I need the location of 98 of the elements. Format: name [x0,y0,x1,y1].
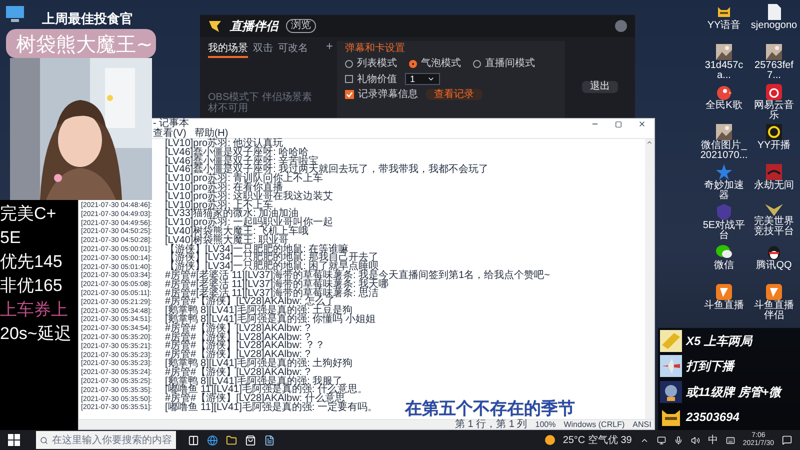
desktop-shortcut[interactable]: YY语音 [700,4,748,31]
image-icon [716,124,732,140]
subtitle: 在第五个不存在的季节 [405,400,575,418]
scroll-up-icon[interactable] [646,139,653,146]
globe-icon[interactable] [207,434,218,446]
windows-icon[interactable] [8,434,20,446]
desktop-shortcut[interactable]: YY开播 [750,124,798,151]
folder-icon[interactable] [226,434,237,446]
desktop-shortcut[interactable]: 斗鱼直播 [700,284,748,311]
app-badge[interactable]: 浏览 [286,19,316,33]
overlay-text: 完美C+ [0,203,58,225]
record-checkbox[interactable]: 记录弹幕信息 [345,89,418,100]
desktop-shortcut[interactable]: 斗鱼直播伴侣 [750,284,798,321]
view-record-button[interactable]: 查看记录 [426,89,482,100]
gift-checkbox[interactable]: 礼物价值 [345,74,398,84]
desktop-shortcut[interactable]: 微信 [700,244,748,271]
desktop-shortcut[interactable]: 全民K歌 [700,84,748,111]
ring-icon [766,124,782,140]
search-icon [40,436,48,444]
add-tab-button[interactable]: + [322,37,338,55]
desktop-shortcut[interactable]: 完美世界竞技平台 [750,204,798,237]
chat-line: [嘟噜鱼 11][LV41]毛阿强是真的强: 一定要有吗。 [165,404,378,413]
avatar-icon[interactable] [615,20,627,32]
computer-icon [5,5,25,23]
chat-line: #房管#[老婆活 11][LV37]海带的草莓味薯条: 我是今天直播间签到第1名，给我点个赞吧~ [165,272,550,281]
banner-text: 23503694 [686,409,740,426]
mode-radio[interactable]: 列表模式 [345,58,398,69]
microphone-icon[interactable] [674,436,683,444]
gift-select[interactable]: 1 [405,73,440,85]
desktop-shortcut[interactable]: 腾讯QQ [750,244,798,271]
scene-tab[interactable]: 双击 [253,41,273,56]
window-title: - 记事本 [153,119,190,129]
menu-item[interactable]: 查看(V) [153,128,186,138]
notepad-icon[interactable] [264,434,275,446]
desktop-shortcut[interactable]: 5E对战平台 [700,204,748,241]
speaker-icon[interactable] [690,436,700,444]
name-tag: 树袋熊大魔王~ [6,29,156,58]
scene-tab[interactable]: 我的场景 [208,41,248,58]
cat-icon [716,4,732,20]
banner-text: 打到下播 [686,358,734,376]
status-text: ANSI [632,420,652,430]
penguin-icon [767,244,781,260]
desktop-shortcut[interactable]: sjenogono [750,4,798,31]
desktop-shortcut[interactable]: 永劫无间 [750,164,798,191]
robot-icon [660,380,682,403]
search-field[interactable]: 在这里输入你要搜索的内容 [36,431,176,449]
overlay-text: 优先145 [0,251,64,273]
close-icon[interactable] [638,120,646,128]
mode-radio[interactable]: 气泡模式 [409,58,462,69]
banner-text: 或11级牌 房管+微 [686,384,781,401]
overlay-text: 上车券上 [0,299,69,321]
check-icon [346,91,354,98]
overlay-text: 20s~延迟 [0,323,72,345]
status-text: 第 1 行，第 1 列 [455,420,528,430]
star-icon [716,164,732,180]
desktop-shortcut[interactable]: 网易云音乐 [750,84,798,121]
image-icon [716,44,732,60]
app-title: 直播伴侣 [230,18,278,35]
banner-text: X5 上车两局 [686,332,752,350]
shield-icon [716,204,732,220]
overlay-text: 5E [0,227,22,249]
desktop-shortcut[interactable]: 25763fef7... [750,44,798,81]
overlay-text: 非优165 [0,275,64,297]
ime-indicator[interactable]: 中 [708,432,718,448]
sun-icon [544,435,555,445]
plane-icon [660,355,682,378]
ingot-icon [660,330,682,352]
notification-icon[interactable] [782,435,792,445]
status-text: 100% [535,420,556,430]
chat-line: [LV46]蠢小僵是双子座呀: 辛苦啦宝 [165,158,319,166]
keyboard-icon[interactable] [726,436,735,444]
file-icon [768,4,780,20]
monitor-icon[interactable] [656,436,666,444]
music-icon [766,84,782,100]
panel-title: 弹幕和卡设置 [345,43,406,54]
desktop-shortcut[interactable]: 31d457ca... [700,44,748,81]
bird-icon [716,84,732,100]
task-view-icon[interactable] [188,434,199,446]
mode-radio[interactable]: 直播间模式 [473,58,536,69]
logo-icon [208,19,222,33]
status-text: Windows (CRLF) [564,420,625,430]
award-title: 上周最佳投食官 [42,10,133,28]
desktop-shortcut[interactable]: 奇妙加速器 [700,164,748,201]
maximize-icon[interactable] [615,120,622,128]
weather-text[interactable]: 25°C 空气优 39 [562,432,632,448]
chat-line: #房管#【游侠】[LV28]AKAlbw: ? [165,324,310,334]
store-icon[interactable] [245,434,256,446]
scene-tab[interactable]: 可改名 [278,41,308,56]
exit-button[interactable]: 退出 [582,81,618,93]
menu-item[interactable]: 帮助(H) [194,128,228,138]
scene-note: OBS模式下 伴侣场景素材不可用 [208,92,313,116]
desktop-shortcut[interactable]: 微信图片_2021070... [700,124,748,161]
chat-line: [鹅掌鸭 8][LV41]毛阿强是真的强: 你懂吗 小姐姐 [165,316,376,325]
image-icon [766,44,782,60]
chat-line: [鹅掌鸭 8][LV41]毛阿强是真的强: 土狗好狗 [165,360,353,369]
scrollbar[interactable] [645,139,654,419]
dropdown-caret-icon[interactable] [427,75,436,83]
chat-icon [716,244,732,260]
